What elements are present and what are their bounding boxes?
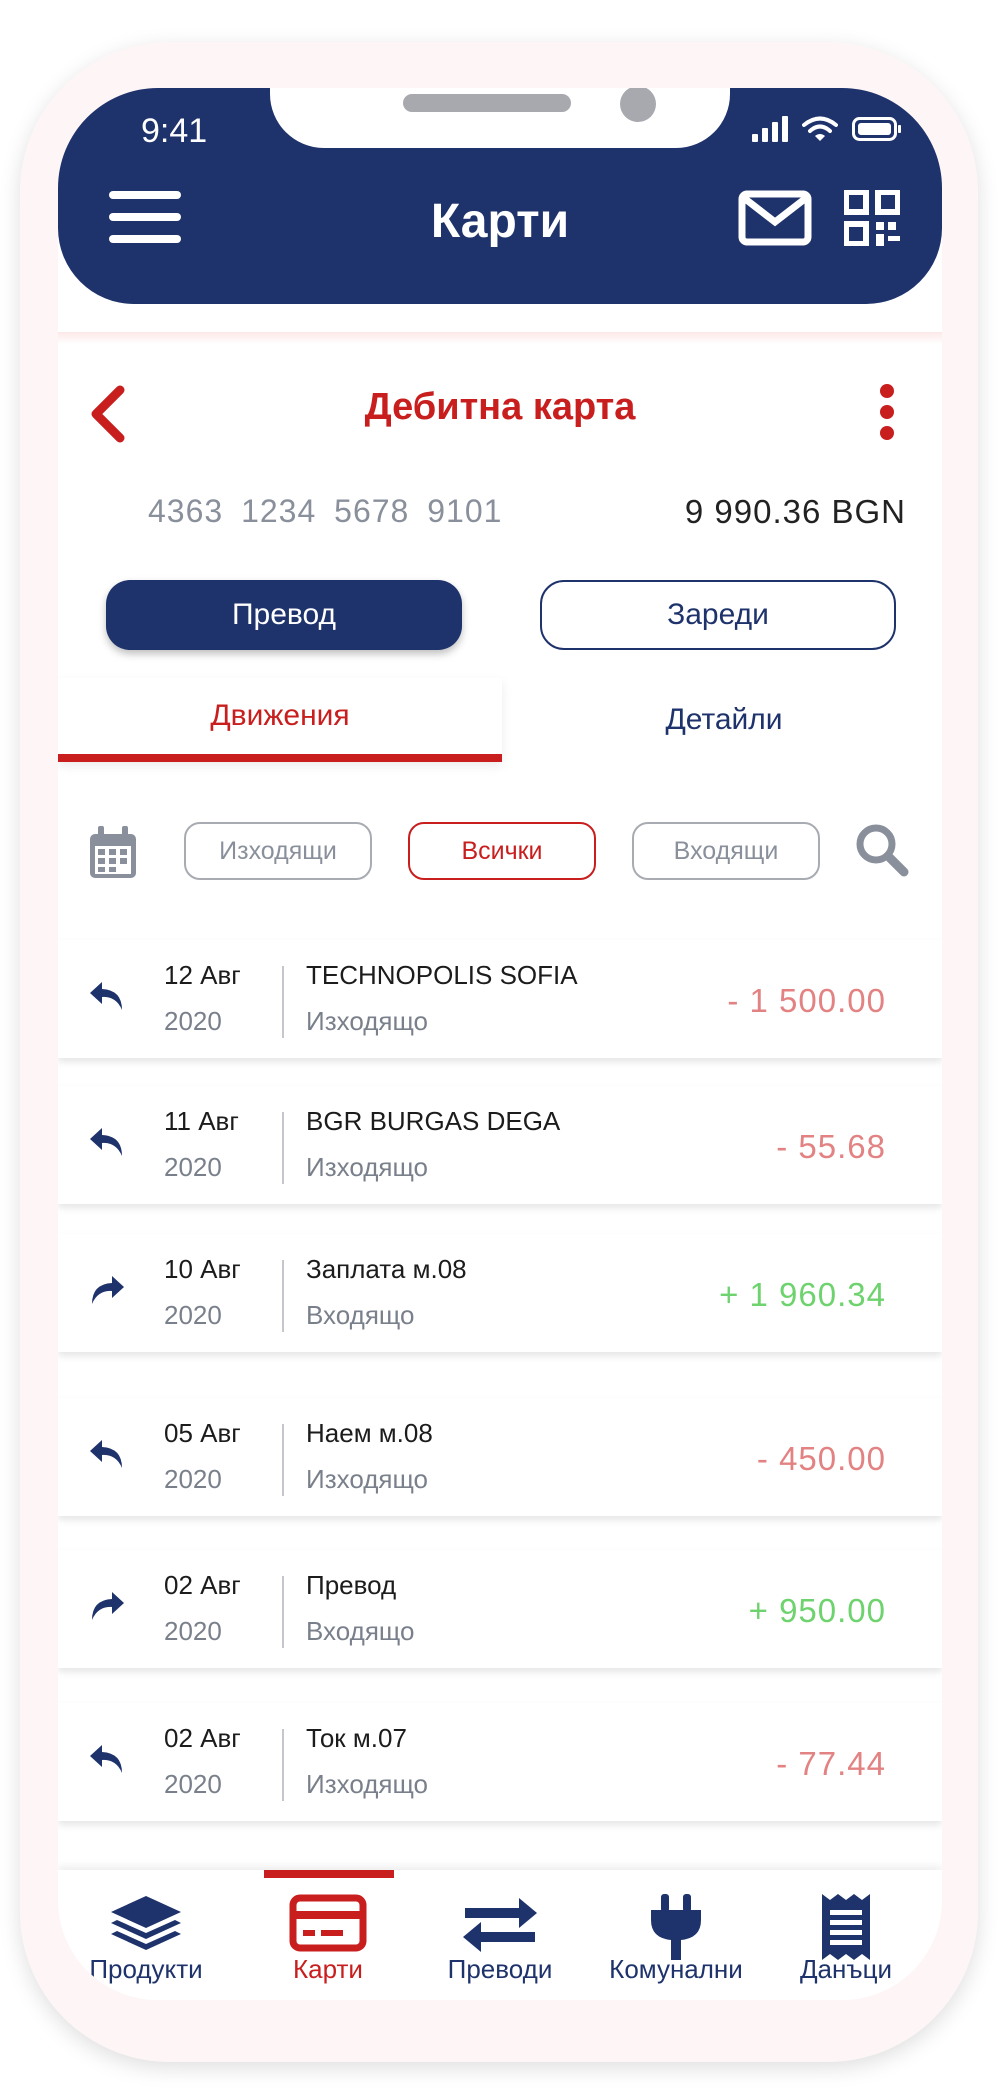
phone-notch xyxy=(270,88,730,148)
filter-all[interactable]: Всички xyxy=(408,822,596,880)
row-divider xyxy=(282,1424,284,1496)
direction-arrow xyxy=(88,980,126,1019)
row-divider xyxy=(282,1260,284,1332)
transaction-name: Наем м.08 xyxy=(306,1418,433,1448)
nav-label-transfers: Преводи xyxy=(447,1954,553,1984)
nav-cards[interactable]: Карти xyxy=(240,1870,416,2000)
transaction-day: 12 Авг xyxy=(164,960,241,990)
nav-label-products: Продукти xyxy=(89,1954,203,1984)
transaction-year: 2020 xyxy=(164,1769,222,1799)
mail-icon[interactable] xyxy=(738,190,812,246)
transaction-day: 02 Авг xyxy=(164,1570,241,1600)
card-number: 4363 1234 5678 9101 xyxy=(148,493,503,529)
card-balance: 9 990.36 BGN xyxy=(684,493,906,530)
transaction-year: 2020 xyxy=(164,1152,222,1182)
transaction-day: 11 Авг xyxy=(164,1106,239,1136)
top-up-button[interactable]: Зареди xyxy=(540,580,896,650)
bottom-navigation: Продукти Карти Преводи Комунални Данъци xyxy=(58,1870,942,2000)
phone-screen: 9:41 Карти Дебитна карта 4363 1234 5678 … xyxy=(58,88,942,2000)
row-divider xyxy=(282,1576,284,1648)
nav-transfers[interactable]: Преводи xyxy=(412,1870,588,2000)
header-shadow xyxy=(58,332,942,344)
transaction-day: 05 Авг xyxy=(164,1418,241,1448)
transaction-type: Входящо xyxy=(306,1300,415,1330)
transaction-name: Превод xyxy=(306,1570,397,1600)
transaction-year: 2020 xyxy=(164,1616,222,1646)
reply-arrow-icon xyxy=(90,1128,122,1156)
nav-label-taxes: Данъци xyxy=(799,1954,893,1984)
transaction-amount: - 55.68 xyxy=(776,1128,886,1165)
transaction-type: Изходящо xyxy=(306,1769,429,1799)
layers-icon xyxy=(111,1896,181,1950)
transfer-icon xyxy=(463,1898,537,1952)
transaction-year: 2020 xyxy=(164,1006,222,1036)
direction-arrow xyxy=(88,1438,126,1477)
tab-movements[interactable]: Движения xyxy=(58,678,502,762)
transaction-amount: - 450.00 xyxy=(756,1440,886,1477)
receipt-icon xyxy=(822,1894,870,1960)
reply-arrow-icon xyxy=(90,982,122,1010)
transaction-row[interactable]: 12 Авг 2020 TECHNOPOLIS SOFIA Изходящо - 1 5… xyxy=(58,940,942,1058)
status-time: 9:41 xyxy=(141,112,208,150)
transaction-type: Изходящо xyxy=(306,1152,429,1182)
forward-arrow-icon xyxy=(92,1276,124,1304)
transaction-amount: + 1 960.34 xyxy=(719,1276,886,1313)
transaction-type: Изходящо xyxy=(306,1464,429,1494)
direction-arrow xyxy=(88,1274,126,1313)
nav-utilities[interactable]: Комунални xyxy=(588,1870,764,2000)
transaction-type: Входящо xyxy=(306,1616,415,1646)
transaction-amount: - 77.44 xyxy=(776,1745,886,1782)
transaction-amount: + 950.00 xyxy=(748,1592,886,1629)
transaction-row[interactable]: 10 Авг 2020 Заплата м.08 Входящо + 1 960.34 xyxy=(58,1234,942,1352)
search-icon[interactable] xyxy=(854,822,910,878)
filter-bar: Изходящи Всички Входящи xyxy=(58,820,942,890)
transaction-amount: - 1 500.00 xyxy=(727,982,886,1019)
nav-taxes[interactable]: Данъци xyxy=(758,1870,934,2000)
transaction-name: Ток м.07 xyxy=(306,1723,407,1753)
transaction-day: 02 Авг xyxy=(164,1723,241,1753)
direction-arrow xyxy=(88,1590,126,1629)
filter-incoming[interactable]: Входящи xyxy=(632,822,820,880)
tab-details[interactable]: Детайли xyxy=(502,678,942,762)
transaction-year: 2020 xyxy=(164,1464,222,1494)
row-divider xyxy=(282,966,284,1038)
signal-icon xyxy=(752,116,788,142)
qr-code-icon[interactable] xyxy=(844,190,900,246)
transaction-row[interactable]: 11 Авг 2020 BGR BURGAS DEGA Изходящо - 55.68 xyxy=(58,1086,942,1204)
transaction-year: 2020 xyxy=(164,1300,222,1330)
forward-arrow-icon xyxy=(92,1592,124,1620)
battery-icon xyxy=(852,117,901,141)
filter-outgoing[interactable]: Изходящи xyxy=(184,822,372,880)
transaction-name: TECHNOPOLIS SOFIA xyxy=(306,960,578,990)
card-icon xyxy=(289,1894,367,1952)
reply-arrow-icon xyxy=(90,1440,122,1468)
row-divider xyxy=(282,1729,284,1801)
direction-arrow xyxy=(88,1743,126,1782)
transaction-row[interactable]: 05 Авг 2020 Наем м.08 Изходящо - 450.00 xyxy=(58,1398,942,1516)
card-title: Дебитна карта xyxy=(364,386,636,428)
transaction-row[interactable]: 02 Авг 2020 Превод Входящо + 950.00 xyxy=(58,1550,942,1668)
reply-arrow-icon xyxy=(90,1745,122,1773)
status-icons xyxy=(752,116,902,142)
nav-label-utilities: Комунални xyxy=(609,1954,743,1984)
calendar-icon[interactable] xyxy=(88,826,138,880)
transaction-day: 10 Авг xyxy=(164,1254,241,1284)
nav-label-cards: Карти xyxy=(293,1954,363,1984)
transaction-type: Изходящо xyxy=(306,1006,429,1036)
speaker-grille xyxy=(403,94,571,112)
direction-arrow xyxy=(88,1126,126,1165)
front-camera xyxy=(620,88,656,122)
more-options-icon[interactable] xyxy=(878,384,898,440)
row-divider xyxy=(282,1112,284,1184)
transaction-row[interactable]: 02 Авг 2020 Ток м.07 Изходящо - 77.44 xyxy=(58,1703,942,1821)
app-header: 9:41 Карти xyxy=(58,88,942,304)
nav-products[interactable]: Продукти xyxy=(58,1870,234,2000)
transaction-name: Заплата м.08 xyxy=(306,1254,467,1284)
transfer-button[interactable]: Превод xyxy=(106,580,462,650)
transaction-name: BGR BURGAS DEGA xyxy=(306,1106,561,1136)
wifi-icon xyxy=(802,116,838,141)
card-header: Дебитна карта xyxy=(58,368,942,448)
plug-icon xyxy=(651,1894,701,1960)
